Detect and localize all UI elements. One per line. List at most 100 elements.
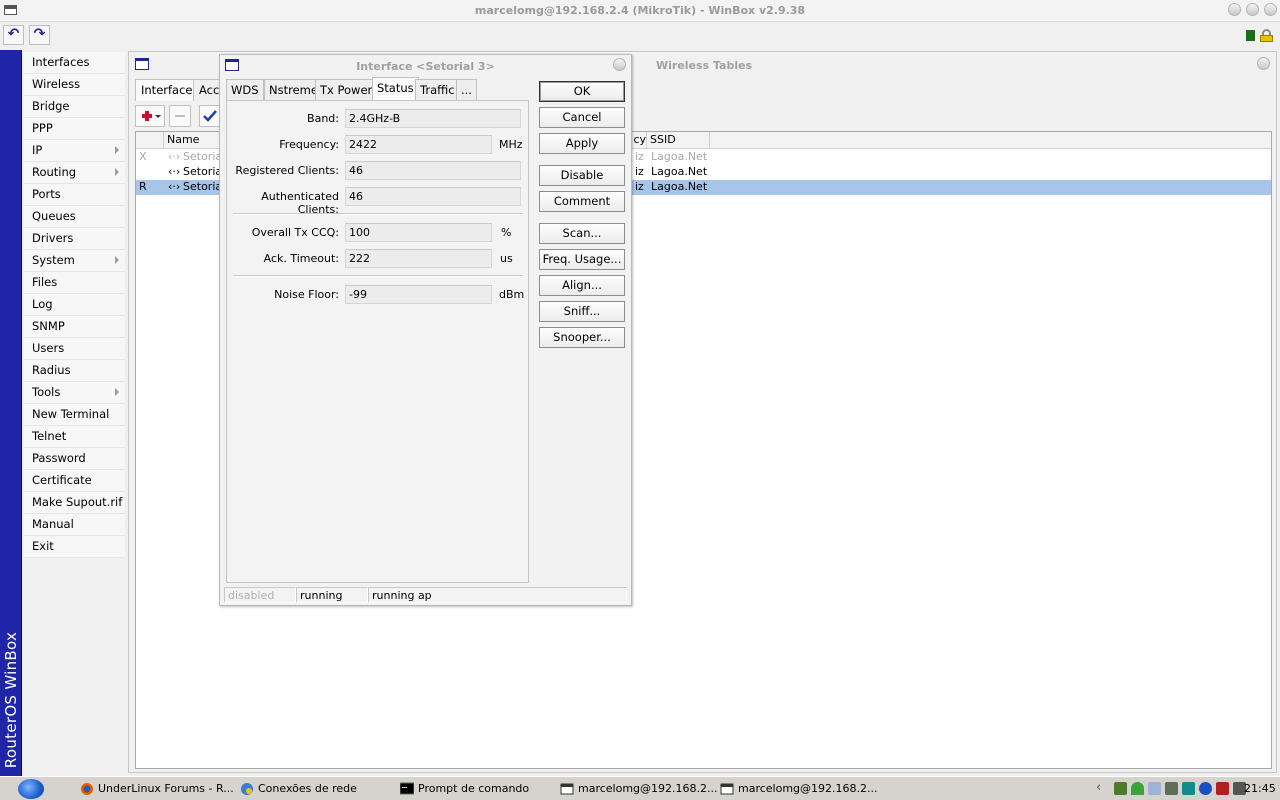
close-button[interactable] bbox=[613, 58, 626, 71]
menu-item-wireless[interactable]: Wireless bbox=[24, 74, 125, 96]
minimize-button[interactable] bbox=[1228, 3, 1241, 16]
tray-antivirus-icon[interactable] bbox=[1182, 782, 1195, 795]
apply-button[interactable]: Apply bbox=[539, 133, 625, 154]
row-ssid: Lagoa.Net bbox=[651, 180, 708, 193]
scan-button[interactable]: Scan... bbox=[539, 223, 625, 244]
menu-item-radius[interactable]: Radius bbox=[24, 360, 125, 382]
column-ssid[interactable]: SSID bbox=[647, 132, 710, 149]
undo-button[interactable]: ↶ bbox=[3, 25, 24, 45]
menu-item-routing[interactable]: Routing bbox=[24, 162, 125, 184]
status-mode: running ap bbox=[368, 587, 627, 603]
tray-security-icon[interactable] bbox=[1216, 782, 1229, 795]
submenu-arrow-icon bbox=[115, 146, 119, 154]
menu-item-queues[interactable]: Queues bbox=[24, 206, 125, 228]
status-panel: Band: 2.4GHz-B Frequency: 2422 MHz Regis… bbox=[226, 100, 529, 583]
maximize-button[interactable] bbox=[1246, 3, 1259, 16]
tab-status[interactable]: Status bbox=[372, 77, 419, 100]
close-button[interactable] bbox=[1257, 57, 1270, 70]
align-button[interactable]: Align... bbox=[539, 275, 625, 296]
redo-button[interactable]: ↷ bbox=[29, 25, 50, 45]
row-ssid: Lagoa.Net bbox=[651, 165, 708, 178]
tray-network-icon[interactable] bbox=[1148, 782, 1161, 795]
lock-icon bbox=[1260, 29, 1273, 42]
menu-item-certificate[interactable]: Certificate bbox=[24, 470, 125, 492]
separator bbox=[233, 275, 523, 277]
menu-item-system[interactable]: System bbox=[24, 250, 125, 272]
menu-item-snmp[interactable]: SNMP bbox=[24, 316, 125, 338]
submenu-arrow-icon bbox=[115, 256, 119, 264]
tab-tx-power[interactable]: Tx Power bbox=[315, 79, 378, 100]
network-icon bbox=[241, 783, 253, 795]
freq-usage-button[interactable]: Freq. Usage... bbox=[539, 249, 625, 270]
frequency-unit: MHz bbox=[499, 138, 523, 151]
main-toolbar: ↶ ↷ bbox=[0, 22, 1280, 48]
tray-bluetooth-icon[interactable] bbox=[1199, 782, 1212, 795]
task-winbox-1[interactable]: marcelomg@192.168.2... bbox=[558, 779, 718, 799]
authenticated-clients-field: 46 bbox=[345, 187, 521, 206]
interface-dialog-title-bar[interactable]: Interface <Setorial 3> bbox=[220, 55, 631, 77]
disable-button[interactable]: Disable bbox=[539, 165, 625, 186]
menu-item-log[interactable]: Log bbox=[24, 294, 125, 316]
minus-icon bbox=[175, 115, 185, 117]
menu-item-tools[interactable]: Tools bbox=[24, 382, 125, 404]
overall-tx-ccq-field: 100 bbox=[345, 223, 492, 242]
tray-settings-icon[interactable] bbox=[1114, 782, 1127, 795]
menu-item-users[interactable]: Users bbox=[24, 338, 125, 360]
taskbar-clock[interactable]: 21:45 bbox=[1244, 782, 1276, 795]
ok-button[interactable]: OK bbox=[539, 81, 625, 102]
tray-battery-icon[interactable] bbox=[1165, 782, 1178, 795]
brand-strip: RouterOS WinBox bbox=[0, 50, 22, 776]
menu-item-drivers[interactable]: Drivers bbox=[24, 228, 125, 250]
task-command-prompt[interactable]: Prompt de comando bbox=[398, 779, 556, 799]
title-bar: marcelomg@192.168.2.4 (MikroTik) - WinBo… bbox=[0, 0, 1280, 22]
row-frequency: iz bbox=[635, 165, 644, 178]
interface-dialog-title: Interface <Setorial 3> bbox=[356, 60, 495, 73]
add-button[interactable] bbox=[135, 105, 165, 127]
tab-wds[interactable]: WDS bbox=[226, 79, 264, 100]
frequency-label: Frequency: bbox=[279, 138, 339, 151]
tray-wifi-icon[interactable] bbox=[1131, 782, 1144, 795]
task-winbox-2[interactable]: marcelomg@192.168.2... bbox=[718, 779, 878, 799]
menu-item-manual[interactable]: Manual bbox=[24, 514, 125, 536]
snooper-button[interactable]: Snooper... bbox=[539, 327, 625, 348]
menu-item-ports[interactable]: Ports bbox=[24, 184, 125, 206]
menu-item-exit[interactable]: Exit bbox=[24, 536, 125, 558]
menu-item-ppp[interactable]: PPP bbox=[24, 118, 125, 140]
submenu-arrow-icon bbox=[115, 388, 119, 396]
ack-timeout-field: 222 bbox=[345, 249, 492, 268]
dialog-status-bar: disabled running running ap bbox=[224, 587, 627, 603]
menu-item-password[interactable]: Password bbox=[24, 448, 125, 470]
row-frequency: iz bbox=[635, 150, 644, 163]
frequency-field: 2422 bbox=[345, 135, 492, 154]
registered-clients-field: 46 bbox=[345, 161, 521, 180]
cancel-button[interactable]: Cancel bbox=[539, 107, 625, 128]
menu-item-bridge[interactable]: Bridge bbox=[24, 96, 125, 118]
undo-icon: ↶ bbox=[7, 26, 20, 42]
tray-expand-icon[interactable]: ‹ bbox=[1096, 781, 1106, 795]
comment-button[interactable]: Comment bbox=[539, 191, 625, 212]
menu-item-telnet[interactable]: Telnet bbox=[24, 426, 125, 448]
console-icon bbox=[400, 782, 414, 795]
tab-more[interactable]: ... bbox=[456, 79, 477, 100]
redo-icon: ↷ bbox=[33, 26, 46, 42]
task-network-connections[interactable]: Conexões de rede bbox=[238, 779, 396, 799]
sniff-button[interactable]: Sniff... bbox=[539, 301, 625, 322]
menu-item-ip[interactable]: IP bbox=[24, 140, 125, 162]
menu-item-new-terminal[interactable]: New Terminal bbox=[24, 404, 125, 426]
winbox-icon bbox=[560, 783, 574, 795]
menu-item-interfaces[interactable]: Interfaces bbox=[24, 52, 125, 74]
connection-status-icon bbox=[1246, 30, 1255, 41]
menu-item-files[interactable]: Files bbox=[24, 272, 125, 294]
firefox-icon bbox=[81, 783, 93, 795]
task-underlinux[interactable]: UnderLinux Forums - R... bbox=[78, 779, 236, 799]
noise-floor-unit: dBm bbox=[499, 288, 525, 301]
start-button[interactable] bbox=[18, 779, 44, 799]
enable-button[interactable] bbox=[199, 105, 221, 127]
column-flag[interactable] bbox=[136, 132, 164, 149]
noise-floor-field: -99 bbox=[345, 285, 492, 304]
ack-timeout-unit: us bbox=[500, 252, 513, 265]
remove-button[interactable] bbox=[169, 105, 191, 127]
tab-traffic[interactable]: Traffic bbox=[415, 79, 460, 100]
close-button[interactable] bbox=[1264, 3, 1277, 16]
menu-item-make-supout[interactable]: Make Supout.rif bbox=[24, 492, 125, 514]
